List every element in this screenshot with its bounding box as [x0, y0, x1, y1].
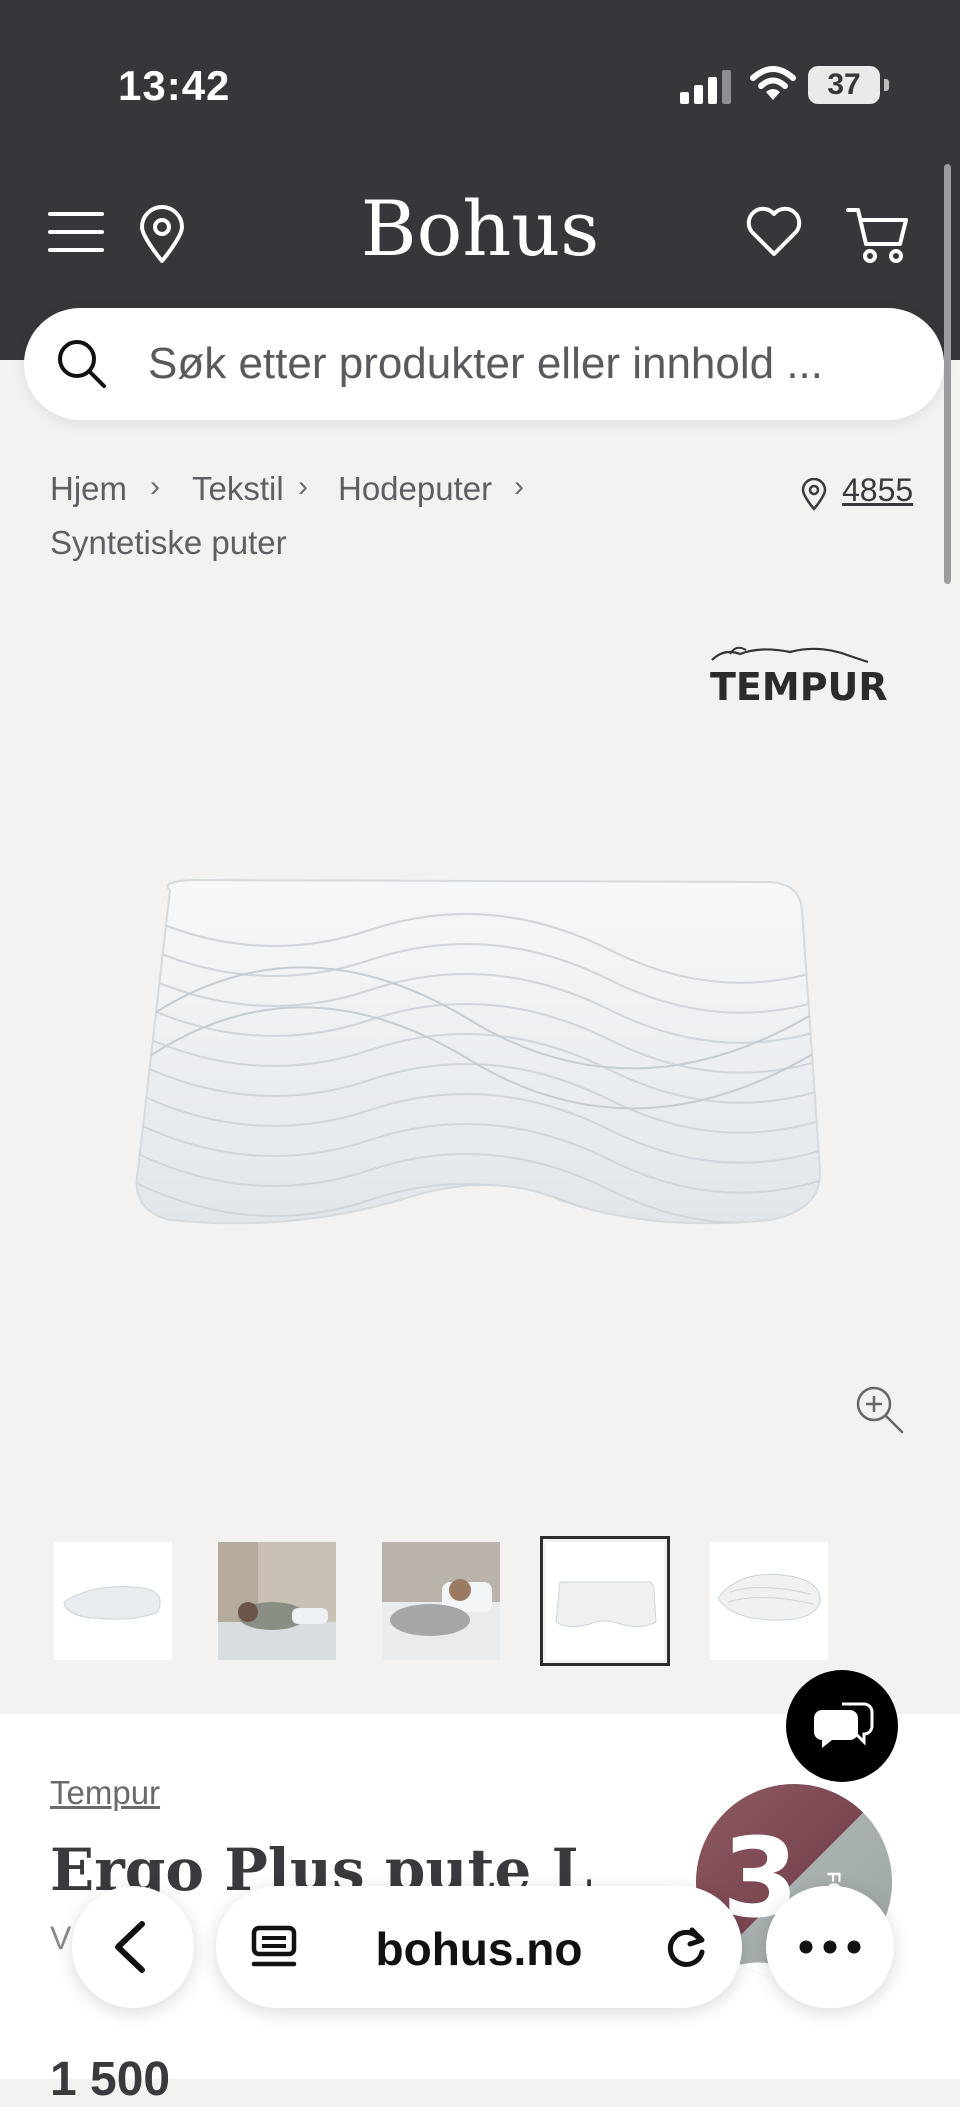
signal-icon: [680, 70, 731, 104]
chat-icon: [814, 1702, 874, 1748]
battery-indicator: 37: [808, 66, 889, 104]
store-link[interactable]: 4855: [842, 472, 913, 509]
brand-logo-text: TEMPUR: [710, 665, 888, 709]
breadcrumb-item-home[interactable]: Hjem: [50, 470, 127, 508]
browser-back-button[interactable]: [72, 1886, 194, 2008]
chevron-right-icon: ›: [514, 470, 524, 503]
tempur-logo: TEMPUR: [710, 646, 888, 709]
pillow-thumb-image: [555, 1581, 657, 1628]
breadcrumb-item-syntetiske[interactable]: Syntetiske puter: [50, 524, 287, 562]
browser-url-bar[interactable]: bohus.no: [216, 1886, 742, 2008]
chat-button[interactable]: [786, 1670, 898, 1782]
product-image[interactable]: [130, 870, 830, 1240]
pillow-thumb-image: [63, 1586, 161, 1620]
person-sleeping-thumb-image: [382, 1542, 500, 1660]
browser-more-button[interactable]: [766, 1886, 894, 2008]
person-sleeping-thumb-image: [218, 1542, 336, 1660]
search-input[interactable]: [148, 334, 888, 394]
search-icon[interactable]: [56, 338, 108, 390]
thumbnail-1[interactable]: [54, 1542, 172, 1660]
battery-level: 37: [808, 66, 880, 104]
thumbnail-5[interactable]: [710, 1542, 828, 1660]
reload-icon[interactable]: [662, 1922, 712, 1972]
wifi-icon: [750, 66, 796, 100]
back-icon: [115, 1921, 145, 1973]
thumbnail-4[interactable]: [540, 1536, 670, 1666]
chevron-right-icon: ›: [150, 470, 160, 503]
breadcrumb-item-tekstil[interactable]: Tekstil: [192, 470, 284, 508]
thumbnail-2[interactable]: [218, 1542, 336, 1660]
zoom-in-icon[interactable]: [854, 1384, 906, 1436]
cart-icon[interactable]: [846, 204, 910, 264]
pillow-thumb-image: [717, 1573, 821, 1621]
battery-nub: [884, 79, 889, 91]
heart-icon[interactable]: [744, 202, 804, 262]
scrollbar[interactable]: [944, 164, 951, 584]
bohus-logo[interactable]: Bohus: [0, 184, 960, 273]
brand-link[interactable]: Tempur: [50, 1774, 160, 1812]
chevron-right-icon: ›: [298, 470, 308, 503]
status-time: 13:42: [118, 62, 231, 109]
more-icon: [799, 1940, 861, 1954]
location-pin-icon: [801, 478, 827, 511]
breadcrumb-item-hodeputer[interactable]: Hodeputer: [338, 470, 492, 508]
product-price: 1 500: [50, 2053, 171, 2106]
thumbnail-3[interactable]: [382, 1542, 500, 1660]
app-header: [0, 0, 960, 360]
